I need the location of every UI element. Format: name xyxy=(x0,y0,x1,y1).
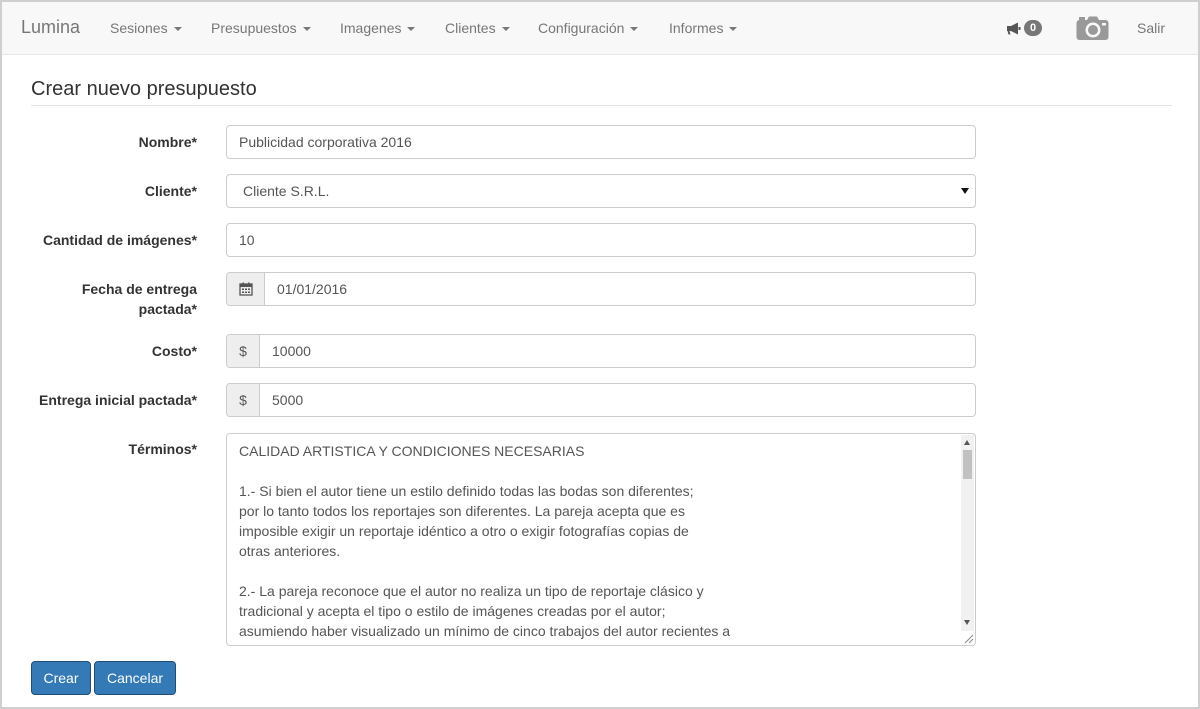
cantidad-label: Cantidad de imágenes* xyxy=(42,232,197,248)
nombre-value: Publicidad corporativa 2016 xyxy=(239,134,412,150)
nav-presupuestos[interactable]: Presupuestos xyxy=(211,20,311,36)
nav-configuracion-label: Configuración xyxy=(538,20,625,36)
notifications-badge: 0 xyxy=(1024,20,1043,37)
create-button[interactable]: Crear xyxy=(31,661,91,695)
camera-icon[interactable] xyxy=(1076,16,1109,41)
page-title: Crear nuevo presupuesto xyxy=(31,78,257,100)
scroll-thumb[interactable] xyxy=(963,450,972,479)
fecha-label-line2: pactada* xyxy=(138,301,197,317)
terminos-label: Términos* xyxy=(128,441,197,457)
terminos-textarea[interactable]: CALIDAD ARTISTICA Y CONDICIONES NECESARI… xyxy=(226,433,976,646)
caret-down-icon xyxy=(729,27,738,32)
nav-imagenes-label: Imagenes xyxy=(340,20,402,36)
fecha-input[interactable]: 01/01/2016 xyxy=(226,272,976,306)
costo-value: 10000 xyxy=(272,343,311,359)
scroll-down-icon[interactable] xyxy=(964,620,970,625)
notifications-button[interactable]: 0 xyxy=(1006,19,1043,37)
logout-link[interactable]: Salir xyxy=(1137,20,1165,36)
nav-informes[interactable]: Informes xyxy=(669,20,738,36)
nav-imagenes[interactable]: Imagenes xyxy=(340,20,416,36)
caret-down-icon xyxy=(407,27,416,32)
terminos-scrollbar[interactable] xyxy=(961,435,974,631)
nav-sesiones[interactable]: Sesiones xyxy=(110,20,182,36)
nav-presupuestos-label: Presupuestos xyxy=(211,20,297,36)
costo-input[interactable]: $ 10000 xyxy=(226,334,976,368)
caret-down-icon xyxy=(302,27,311,32)
calendar-icon xyxy=(238,282,253,296)
nombre-input[interactable]: Publicidad corporativa 2016 xyxy=(226,125,976,159)
cliente-select[interactable]: Cliente S.R.L. xyxy=(226,174,976,208)
fecha-value: 01/01/2016 xyxy=(277,281,348,297)
nav-configuracion[interactable]: Configuración xyxy=(538,20,639,36)
nav-informes-label: Informes xyxy=(669,20,724,36)
caret-down-icon xyxy=(630,27,639,32)
cantidad-input[interactable]: 10 xyxy=(226,223,976,257)
cliente-label: Cliente* xyxy=(144,183,197,199)
nav-sesiones-label: Sesiones xyxy=(110,20,168,36)
nav-clientes-label: Clientes xyxy=(445,20,496,36)
scroll-up-icon[interactable] xyxy=(964,440,970,445)
entrega-inicial-input[interactable]: $ 5000 xyxy=(226,383,976,417)
cancel-button[interactable]: Cancelar xyxy=(94,661,176,695)
terminos-text: CALIDAD ARTISTICA Y CONDICIONES NECESARI… xyxy=(239,443,731,645)
caret-down-icon xyxy=(501,27,510,32)
calendar-addon[interactable] xyxy=(227,273,265,305)
megaphone-icon xyxy=(1007,22,1021,35)
brand-logo[interactable]: Lumina xyxy=(21,17,80,38)
top-navbar: Lumina Sesiones Presupuestos Imagenes Cl… xyxy=(2,2,1198,55)
entrega-inicial-value: 5000 xyxy=(272,392,304,408)
cantidad-value: 10 xyxy=(239,232,255,248)
nav-clientes[interactable]: Clientes xyxy=(445,20,510,36)
caret-down-icon xyxy=(173,27,182,32)
cliente-value: Cliente S.R.L. xyxy=(243,183,330,199)
entrega-inicial-label: Entrega inicial pactada* xyxy=(39,392,197,408)
costo-label: Costo* xyxy=(151,343,197,359)
costo-currency-addon: $ xyxy=(227,335,260,367)
entrega-currency-addon: $ xyxy=(227,384,260,416)
fecha-label-line1: Fecha de entrega xyxy=(81,281,197,297)
title-divider xyxy=(31,105,1172,106)
nombre-label: Nombre* xyxy=(138,134,197,150)
resize-handle-icon[interactable] xyxy=(962,632,974,644)
fecha-label: Fecha de entrega pactada* xyxy=(32,279,197,319)
dropdown-arrow-icon xyxy=(961,188,969,194)
